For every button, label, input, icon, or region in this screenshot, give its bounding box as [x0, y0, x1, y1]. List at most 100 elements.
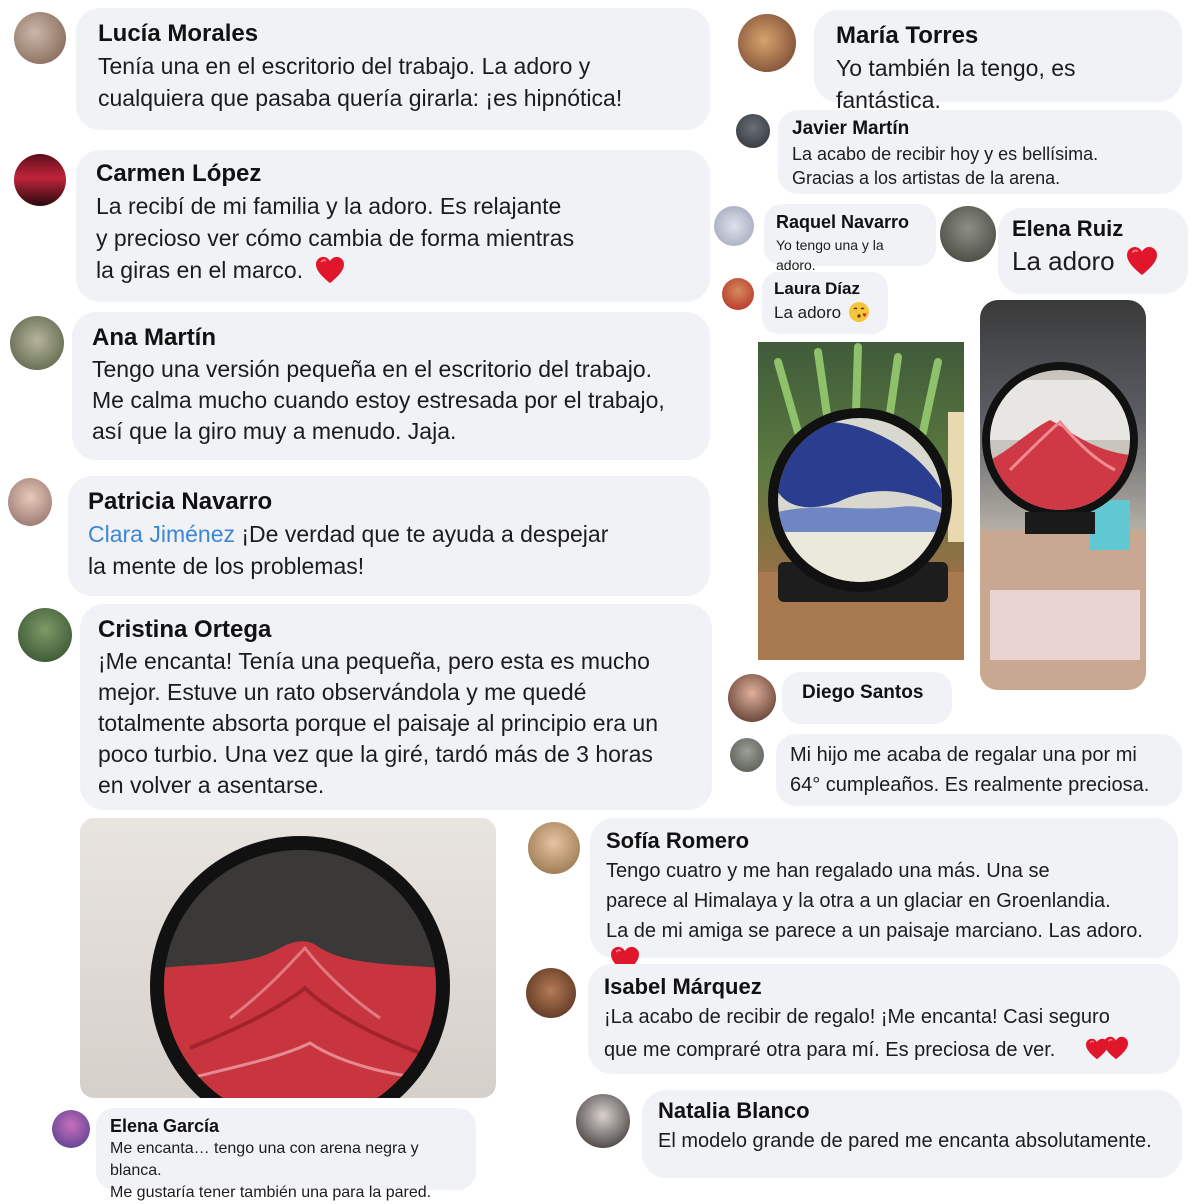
- comment-line: Me encanta… tengo una con arena negra y …: [110, 1140, 419, 1179]
- comment-bubble: Javier Martín La acabo de recibir hoy y …: [778, 110, 1182, 194]
- avatar[interactable]: [14, 154, 66, 206]
- comment-line: Gracias a los artistas de la arena.: [792, 168, 1061, 188]
- avatar[interactable]: [10, 316, 64, 370]
- comment-line: así que la giro muy a menudo. Jaja.: [92, 418, 457, 444]
- avatar[interactable]: [528, 822, 580, 874]
- comment-author[interactable]: Isabel Márquez: [604, 974, 1164, 1000]
- comment-author[interactable]: Lucía Morales: [98, 20, 688, 48]
- comment-bubble: Mi hijo me acaba de regalar una por mi 6…: [776, 734, 1182, 806]
- comment-author[interactable]: Elena García: [110, 1116, 462, 1137]
- avatar[interactable]: [526, 968, 576, 1018]
- avatar[interactable]: [714, 206, 754, 246]
- comment-line: Mi hijo me acaba de regalar una por mi: [790, 744, 1137, 766]
- sand-art-frame-illustration: [980, 362, 1146, 690]
- avatar[interactable]: [730, 738, 764, 772]
- red-heart-icon: [315, 256, 345, 284]
- comment-line: ¡La acabo de recibir de regalo! ¡Me enca…: [604, 1006, 1110, 1028]
- comment-line: la giras en el marco.: [96, 257, 304, 283]
- avatar[interactable]: [940, 206, 996, 262]
- comment-bubble: Carmen López La recibí de mi familia y l…: [76, 150, 710, 302]
- red-heart-icon: [1126, 246, 1158, 276]
- comment-author[interactable]: Carmen López: [96, 160, 690, 188]
- comment-author[interactable]: Ana Martín: [92, 324, 690, 352]
- comment-line: la mente de los problemas!: [88, 553, 365, 579]
- comment-text: La adoro: [774, 301, 876, 325]
- avatar[interactable]: [738, 14, 796, 72]
- comment-text: La recibí de mi familia y la adoro. Es r…: [96, 190, 690, 286]
- avatar[interactable]: [722, 278, 754, 310]
- comment-line: que me compraré otra para mí. Es precios…: [604, 1038, 1056, 1061]
- comment-line: Tengo una versión pequeña en el escritor…: [92, 356, 653, 382]
- comment-line: ¡Me encanta! Tenía una pequeña, pero est…: [98, 648, 650, 674]
- comment-line: Tenía una en el escritorio del trabajo. …: [98, 53, 591, 79]
- avatar[interactable]: [18, 608, 72, 662]
- two-hearts-icon: [1085, 1032, 1129, 1069]
- comment-text: Tenía una en el escritorio del trabajo. …: [98, 50, 688, 114]
- sand-art-photo[interactable]: [80, 818, 496, 1098]
- mention-link[interactable]: Clara Jiménez: [88, 521, 235, 547]
- sand-art-photo[interactable]: [980, 300, 1146, 690]
- comment-line: mejor. Estuve un rato observándola y me …: [98, 679, 587, 705]
- comment-bubble: Ana Martín Tengo una versión pequeña en …: [72, 312, 710, 460]
- comment-line: cualquiera que pasaba quería girarla: ¡e…: [98, 85, 623, 111]
- comment-text: Me encanta… tengo una con arena negra y …: [110, 1138, 462, 1204]
- comment-text: Yo tengo una y la adoro.: [776, 237, 884, 273]
- comment-text: Tengo cuatro y me han regalado una más. …: [606, 856, 1162, 976]
- comment-author[interactable]: Elena Ruiz: [1012, 216, 1174, 242]
- comment-line: La acabo de recibir hoy y es bellísima.: [792, 144, 1099, 164]
- comment-line: totalmente absorta porque el paisaje al …: [98, 710, 659, 736]
- comment-line: 64° cumpleaños. Es realmente preciosa.: [790, 774, 1150, 796]
- comment-author[interactable]: Javier Martín: [792, 118, 1168, 140]
- comment-bubble: Elena García Me encanta… tengo una con a…: [96, 1108, 476, 1201]
- comment-line: La adoro: [774, 303, 842, 322]
- avatar[interactable]: [576, 1094, 630, 1148]
- avatar[interactable]: [52, 1110, 90, 1148]
- comment-bubble: Natalia Blanco El modelo grande de pared…: [642, 1090, 1182, 1178]
- comment-line: en volver a asentarse.: [98, 772, 325, 798]
- comment-line: y precioso ver cómo cambia de forma mien…: [96, 225, 575, 251]
- comment-bubble: Lucía Morales Tenía una en el escritorio…: [76, 8, 710, 130]
- comment-text: El modelo grande de pared me encanta abs…: [658, 1130, 1152, 1152]
- comment-author[interactable]: Laura Díaz: [774, 279, 876, 299]
- comment-bubble: María Torres Yo también la tengo, es fan…: [814, 10, 1182, 113]
- comment-text: La acabo de recibir hoy y es bellísima. …: [792, 142, 1168, 190]
- comment-bubble: Isabel Márquez ¡La acabo de recibir de r…: [588, 964, 1180, 1074]
- comment-text: Yo también la tengo, es fantástica.: [836, 55, 1076, 113]
- avatar[interactable]: [728, 674, 776, 722]
- sand-art-frame-illustration: [150, 836, 450, 1098]
- comment-line: ¡De verdad que te ayuda a despejar: [241, 521, 609, 547]
- comment-text: Tengo una versión pequeña en el escritor…: [92, 354, 690, 447]
- comment-author[interactable]: Sofía Romero: [606, 828, 1162, 854]
- comment-bubble: Elena Ruiz La adoro: [998, 208, 1188, 294]
- comment-line: Tengo cuatro y me han regalado una más. …: [606, 860, 1050, 882]
- avatar[interactable]: [8, 478, 52, 526]
- comment-bubble: Sofía Romero Tengo cuatro y me han regal…: [590, 818, 1178, 958]
- comment-author[interactable]: Cristina Ortega: [98, 616, 694, 644]
- comment-bubble: Diego Santos: [782, 672, 952, 724]
- comment-line: parece al Himalaya y la otra a un glacia…: [606, 890, 1111, 912]
- comment-bubble: Cristina Ortega ¡Me encanta! Tenía una p…: [80, 604, 712, 810]
- comment-line: La de mi amiga se parece a un paisaje ma…: [606, 920, 1143, 942]
- comment-text: ¡Me encanta! Tenía una pequeña, pero est…: [98, 646, 694, 801]
- comment-text: Clara Jiménez ¡De verdad que te ayuda a …: [88, 518, 690, 582]
- comment-author[interactable]: Diego Santos: [802, 682, 932, 704]
- comment-bubble: Laura Díaz La adoro: [762, 272, 888, 334]
- sand-art-frame-illustration: [758, 343, 964, 660]
- kissing-face-icon: [848, 302, 869, 323]
- comment-text: ¡La acabo de recibir de regalo! ¡Me enca…: [604, 1002, 1164, 1069]
- avatar[interactable]: [736, 114, 770, 148]
- sand-art-photo[interactable]: [758, 342, 964, 660]
- comment-author[interactable]: Raquel Navarro: [776, 212, 924, 233]
- comment-line: Me calma mucho cuando estoy estresada po…: [92, 387, 665, 413]
- comment-text: La adoro: [1012, 244, 1174, 278]
- comment-author[interactable]: Patricia Navarro: [88, 488, 690, 516]
- comment-line: La recibí de mi familia y la adoro. Es r…: [96, 193, 562, 219]
- comment-line: La adoro: [1012, 246, 1115, 276]
- comment-text: Mi hijo me acaba de regalar una por mi 6…: [790, 740, 1168, 800]
- comment-bubble: Patricia Navarro Clara Jiménez ¡De verda…: [68, 476, 710, 596]
- comment-author[interactable]: Natalia Blanco: [658, 1098, 1166, 1124]
- comment-line: poco turbio. Una vez que la giré, tardó …: [98, 741, 653, 767]
- comment-line: Me gustaría tener también una para la pa…: [110, 1184, 432, 1201]
- avatar[interactable]: [14, 12, 66, 64]
- comment-author[interactable]: María Torres: [836, 22, 1160, 50]
